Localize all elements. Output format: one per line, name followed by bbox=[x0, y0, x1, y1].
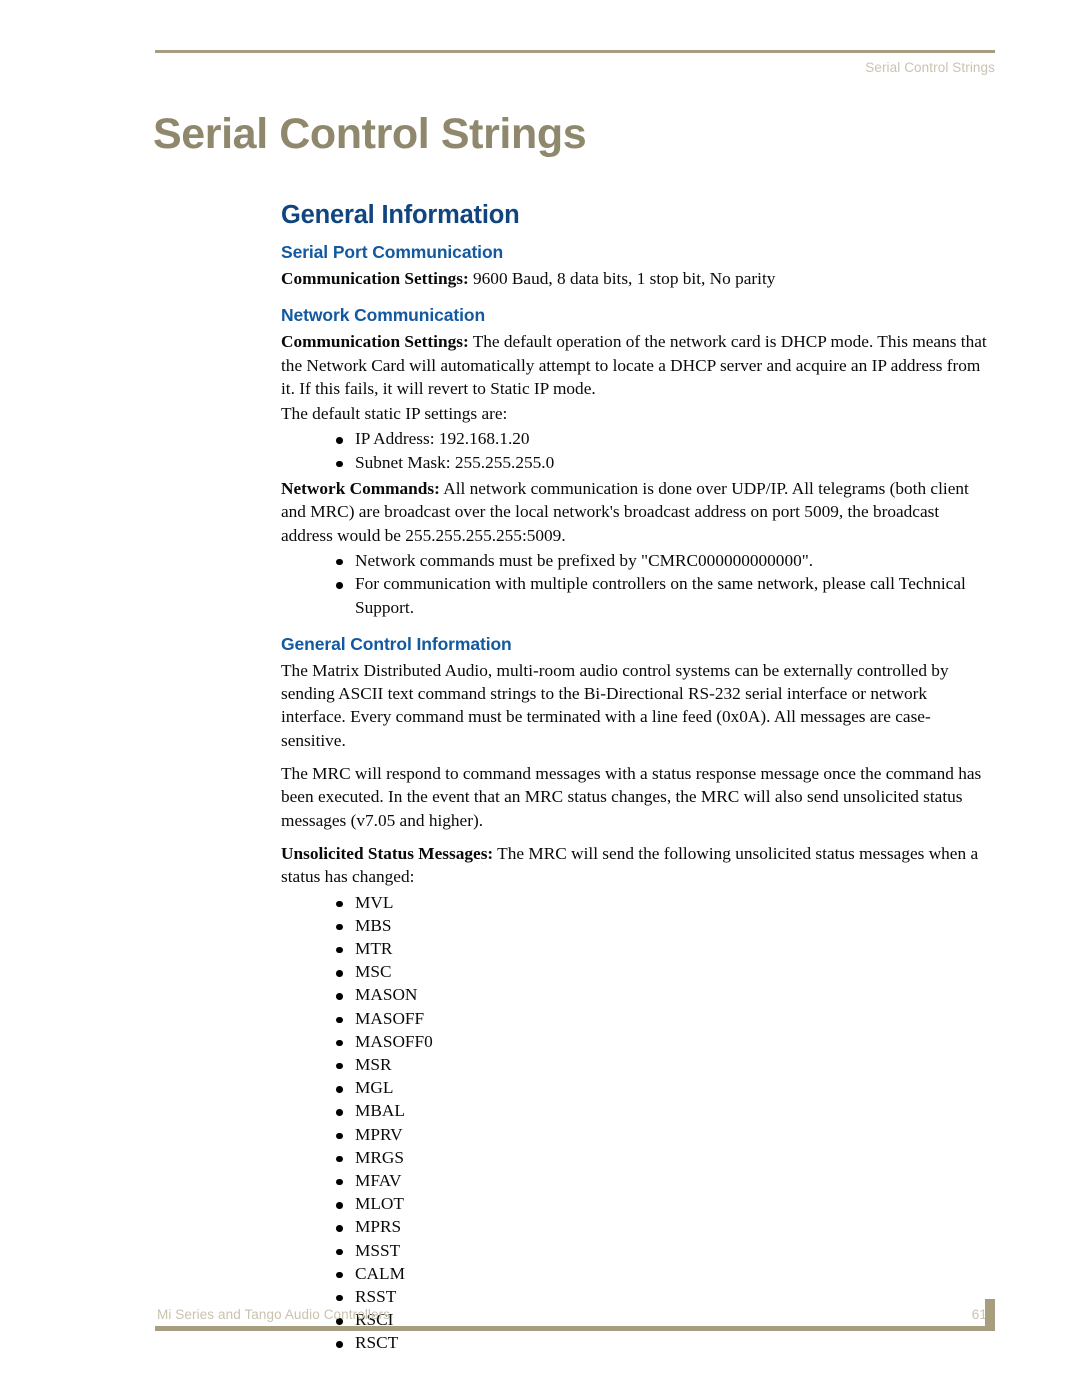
list-status-codes: MVL MBS MTR MSC MASON MASOFF MASOFF0 MSR… bbox=[281, 891, 995, 1355]
paragraph-general-control-1: The Matrix Distributed Audio, multi-room… bbox=[281, 660, 949, 750]
list-item: RSST bbox=[281, 1285, 995, 1308]
paragraph-static-ip-intro: The default static IP settings are: bbox=[281, 404, 508, 424]
label-communication-settings: Communication Settings: bbox=[281, 332, 469, 352]
footer-corner-tab bbox=[985, 1299, 995, 1331]
label-network-commands: Network Commands: bbox=[281, 479, 440, 499]
page-footer: Mi Series and Tango Audio Controllers 61 bbox=[155, 1299, 995, 1351]
footer-row: Mi Series and Tango Audio Controllers 61 bbox=[155, 1307, 995, 1326]
list-item: For communication with multiple controll… bbox=[281, 572, 995, 619]
list-item: MVL bbox=[281, 891, 995, 914]
paragraph-network-settings: Communication Settings: The default oper… bbox=[281, 330, 995, 400]
list-item: MFAV bbox=[281, 1169, 995, 1192]
list-item: MBAL bbox=[281, 1099, 995, 1122]
list-item: MPRV bbox=[281, 1123, 995, 1146]
list-network-commands: Network commands must be prefixed by "CM… bbox=[281, 549, 995, 619]
list-item: MPRS bbox=[281, 1215, 995, 1238]
paragraph-serial-port-settings: Communication Settings: 9600 Baud, 8 dat… bbox=[281, 267, 995, 290]
footer-document-title: Mi Series and Tango Audio Controllers bbox=[157, 1307, 391, 1322]
document-page: Serial Control Strings Serial Control St… bbox=[0, 0, 1080, 1397]
list-item: MASON bbox=[281, 983, 995, 1006]
list-item: MGL bbox=[281, 1076, 995, 1099]
list-item: Subnet Mask: 255.255.255.0 bbox=[281, 451, 995, 474]
list-item: CALM bbox=[281, 1262, 995, 1285]
list-static-ip-settings: IP Address: 192.168.1.20 Subnet Mask: 25… bbox=[281, 427, 995, 474]
label-unsolicited-status-messages: Unsolicited Status Messages: bbox=[281, 843, 494, 863]
label-communication-settings: Communication Settings: bbox=[281, 269, 469, 288]
document-body: General Information Serial Port Communic… bbox=[281, 200, 995, 1358]
list-item: MLOT bbox=[281, 1192, 995, 1215]
page-header: Serial Control Strings bbox=[155, 50, 995, 90]
list-item: MTR bbox=[281, 937, 995, 960]
list-item: MSST bbox=[281, 1239, 995, 1262]
list-item: MSR bbox=[281, 1053, 995, 1076]
text-serial-port-settings: 9600 Baud, 8 data bits, 1 stop bit, No p… bbox=[468, 269, 776, 288]
list-item: MSC bbox=[281, 960, 995, 983]
section-heading-general-information: General Information bbox=[281, 201, 520, 229]
list-item: IP Address: 192.168.1.20 bbox=[281, 427, 995, 450]
subsection-heading-general-control-information: General Control Information bbox=[281, 633, 512, 654]
list-item: MASOFF bbox=[281, 1007, 995, 1030]
page-title: Serial Control Strings bbox=[153, 110, 587, 158]
paragraph-general-control-2: The MRC will respond to command messages… bbox=[281, 764, 982, 830]
paragraph-network-commands: Network Commands: All network communicat… bbox=[281, 477, 995, 547]
list-item: Network commands must be prefixed by "CM… bbox=[281, 549, 995, 572]
list-item: MASOFF0 bbox=[281, 1030, 995, 1053]
footer-rule bbox=[155, 1299, 995, 1331]
list-item: MRGS bbox=[281, 1146, 995, 1169]
running-head: Serial Control Strings bbox=[865, 59, 995, 75]
subsection-heading-network-communication: Network Communication bbox=[281, 305, 486, 326]
paragraph-unsolicited-status-messages: Unsolicited Status Messages: The MRC wil… bbox=[281, 842, 995, 889]
header-rule bbox=[155, 50, 995, 53]
subsection-heading-serial-port-communication: Serial Port Communication bbox=[281, 242, 504, 262]
list-item: MBS bbox=[281, 914, 995, 937]
